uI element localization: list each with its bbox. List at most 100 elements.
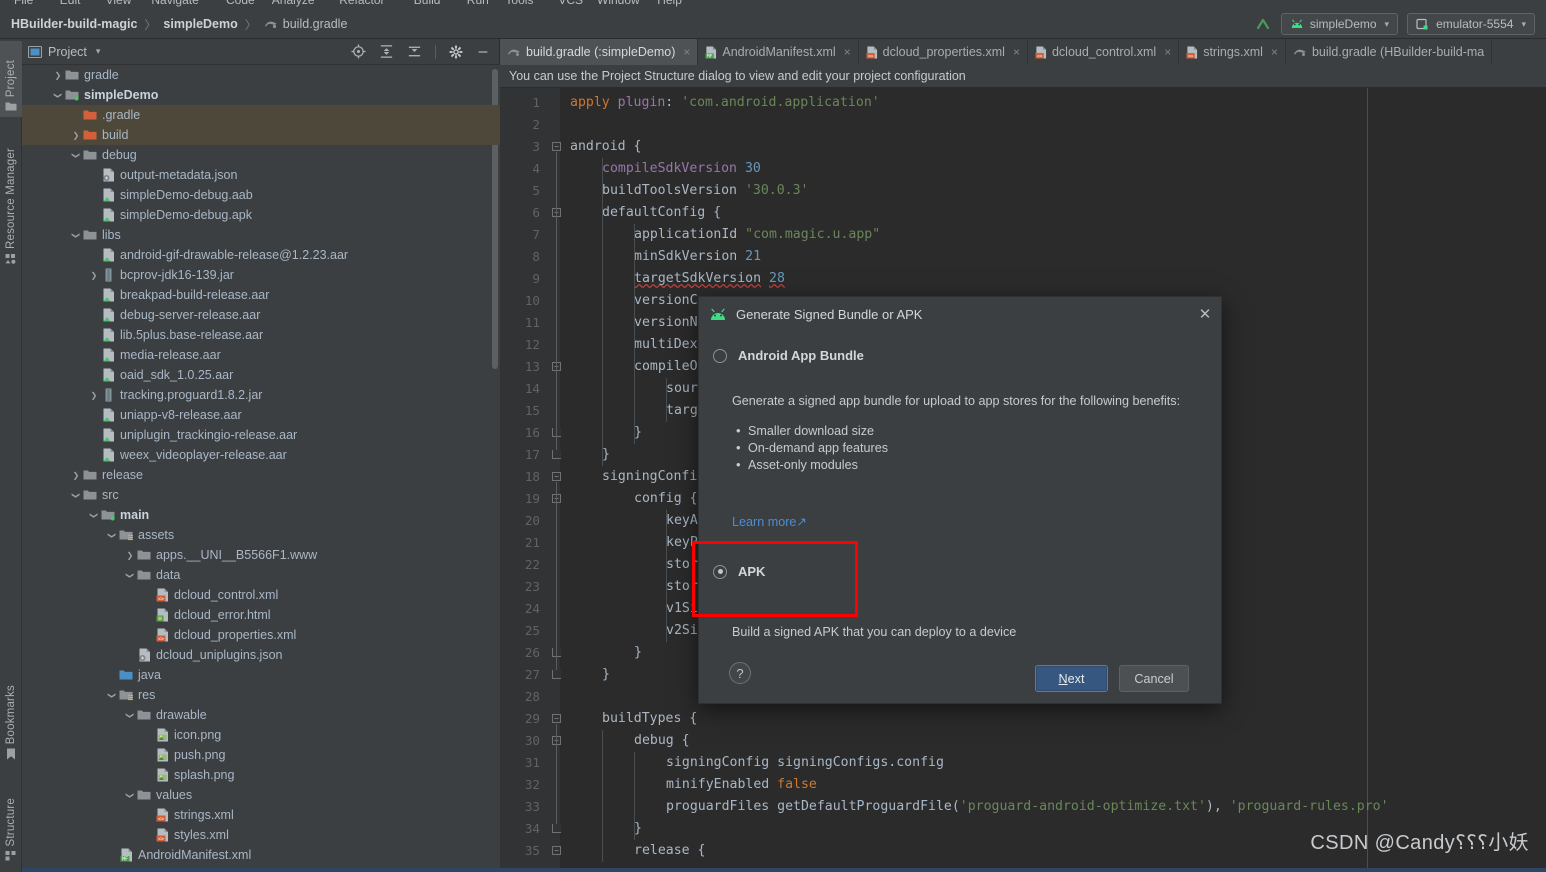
- code-fold-toggle[interactable]: −: [552, 142, 561, 151]
- editor-tab-dcloud-control.xml[interactable]: <> dcloud_control.xml ×: [1028, 39, 1180, 65]
- code-line[interactable]: buildToolsVersion '30.0.3': [602, 180, 808, 202]
- chevron-down-icon[interactable]: ❯: [72, 229, 81, 241]
- menu-item-edit[interactable]: Edit: [60, 0, 81, 6]
- tree-item-icon.png[interactable]: icon.png: [22, 725, 500, 745]
- code-line[interactable]: targetSdkVersion 28: [634, 268, 785, 290]
- menu-item-refactor[interactable]: Refactor: [339, 0, 384, 6]
- chevron-down-icon[interactable]: ❯: [126, 709, 135, 721]
- code-fold-toggle[interactable]: −: [552, 472, 561, 481]
- tree-item-dcloud-uniplugins.json[interactable]: dcloud_uniplugins.json: [22, 645, 500, 665]
- code-line[interactable]: apply plugin: 'com.android.application': [570, 92, 880, 114]
- tree-item-dcloud-control.xml[interactable]: <> dcloud_control.xml: [22, 585, 500, 605]
- radio-bundle-icon[interactable]: [713, 348, 727, 363]
- tree-item-splash.png[interactable]: splash.png: [22, 765, 500, 785]
- tree-item-lib.5plus.base-release.aar[interactable]: lib.5plus.base-release.aar: [22, 325, 500, 345]
- menu-item-code[interactable]: Code: [226, 0, 255, 6]
- settings-gear-icon[interactable]: [449, 44, 463, 59]
- chevron-right-icon[interactable]: ❯: [70, 131, 82, 140]
- tree-item-values[interactable]: ❯ values: [22, 785, 500, 805]
- tree-item-bcprov-jdk16-139.jar[interactable]: ❯ bcprov-jdk16-139.jar: [22, 265, 500, 285]
- tool-window-button-project[interactable]: Project: [0, 41, 22, 118]
- tree-item-android-gif-drawable-release-1.2.23.aar[interactable]: android-gif-drawable-release@1.2.23.aar: [22, 245, 500, 265]
- tree-item-.gradle[interactable]: .gradle: [22, 105, 500, 125]
- code-line[interactable]: minSdkVersion 21: [634, 246, 761, 268]
- tree-item-res[interactable]: ❯ res: [22, 685, 500, 705]
- option-android-app-bundle[interactable]: Android App Bundle: [713, 348, 864, 363]
- chevron-down-icon[interactable]: ❯: [90, 509, 99, 521]
- tree-item-libs[interactable]: ❯ libs: [22, 225, 500, 245]
- code-fold-toggle[interactable]: −: [552, 846, 561, 855]
- editor-tab-build.gradle-simpledemo-[interactable]: build.gradle (:simpleDemo) ×: [500, 39, 699, 65]
- code-line[interactable]: config {: [634, 488, 698, 510]
- close-icon[interactable]: ×: [1271, 45, 1278, 59]
- breadcrumb-item-build-gradle[interactable]: build.gradle: [264, 17, 347, 31]
- close-icon[interactable]: ×: [1013, 45, 1020, 59]
- chevron-right-icon[interactable]: ❯: [124, 551, 136, 560]
- breadcrumb-item-simpledemo[interactable]: simpleDemo: [163, 17, 237, 31]
- tree-item-uniplugin-trackingio-release.aar[interactable]: uniplugin_trackingio-release.aar: [22, 425, 500, 445]
- code-line[interactable]: }: [634, 422, 642, 444]
- tree-item-output-metadata.json[interactable]: output-metadata.json: [22, 165, 500, 185]
- tree-item-simpledemo[interactable]: ❯ simpleDemo: [22, 85, 500, 105]
- tree-item-simpledemo-debug.apk[interactable]: simpleDemo-debug.apk: [22, 205, 500, 225]
- chevron-right-icon[interactable]: ❯: [88, 271, 100, 280]
- tree-item-dcloud-error.html[interactable]: Hdcloud_error.html: [22, 605, 500, 625]
- tree-item-push.png[interactable]: push.png: [22, 745, 500, 765]
- code-line[interactable]: android {: [570, 136, 641, 158]
- project-file-tree[interactable]: ❯ gradle ❯ simpleDemo .gradle ❯ build ❯ debug out…: [22, 65, 500, 872]
- menu-item-analyze[interactable]: Analyze: [272, 0, 315, 6]
- chevron-down-icon[interactable]: ❯: [126, 569, 135, 581]
- menu-item-view[interactable]: View: [106, 0, 132, 6]
- breadcrumb-item-hbuilder-build-magic[interactable]: HBuilder-build-magic: [11, 17, 137, 31]
- code-line[interactable]: proguardFiles getDefaultProguardFile('pr…: [666, 796, 1389, 818]
- code-line[interactable]: versionCo: [634, 290, 705, 312]
- code-fold-toggle[interactable]: −: [552, 714, 561, 723]
- make-project-icon[interactable]: [1254, 15, 1272, 33]
- chevron-down-icon[interactable]: ❯: [126, 789, 135, 801]
- help-button[interactable]: ?: [729, 662, 751, 684]
- menu-item-help[interactable]: Help: [657, 0, 682, 6]
- chevron-down-icon[interactable]: ❯: [108, 689, 117, 701]
- tree-item-uniapp-v8-release.aar[interactable]: uniapp-v8-release.aar: [22, 405, 500, 425]
- tree-item-dcloud-properties.xml[interactable]: <> dcloud_properties.xml: [22, 625, 500, 645]
- code-line[interactable]: debug {: [634, 730, 690, 752]
- expand-all-icon[interactable]: [379, 44, 394, 59]
- code-line[interactable]: signingConfig signingConfigs.config: [666, 752, 944, 774]
- tree-item-media-release.aar[interactable]: media-release.aar: [22, 345, 500, 365]
- editor-tab-androidmanifest.xml[interactable]: MF AndroidManifest.xml ×: [698, 39, 859, 65]
- tree-item-apps.-uni-b5566f1.www[interactable]: ❯ apps.__UNI__B5566F1.www: [22, 545, 500, 565]
- chevron-down-icon[interactable]: ▾: [96, 46, 101, 57]
- tree-item-strings.xml[interactable]: <> strings.xml: [22, 805, 500, 825]
- locate-icon[interactable]: [351, 44, 366, 59]
- chevron-down-icon[interactable]: ❯: [72, 489, 81, 501]
- tree-item-assets[interactable]: ❯ assets: [22, 525, 500, 545]
- editor-tab-strings.xml[interactable]: <> strings.xml ×: [1179, 39, 1286, 65]
- close-icon[interactable]: ✕: [1197, 307, 1213, 322]
- menu-item-vcs[interactable]: VCS: [558, 0, 583, 6]
- hide-panel-icon[interactable]: [476, 45, 490, 59]
- chevron-right-icon[interactable]: ❯: [70, 471, 82, 480]
- tree-item-tracking.proguard1.8.2.jar[interactable]: ❯ tracking.proguard1.8.2.jar: [22, 385, 500, 405]
- code-line[interactable]: multiDexE: [634, 334, 705, 356]
- code-line[interactable]: buildTypes {: [602, 708, 697, 730]
- code-line[interactable]: signingConfig: [602, 466, 705, 488]
- tree-item-release[interactable]: ❯ release: [22, 465, 500, 485]
- code-line[interactable]: versionNa: [634, 312, 705, 334]
- tool-window-button-resource-manager[interactable]: Resource Manager: [0, 127, 22, 268]
- chevron-down-icon[interactable]: ❯: [108, 529, 117, 541]
- radio-apk-icon[interactable]: [713, 564, 727, 579]
- tree-item-data[interactable]: ❯ data: [22, 565, 500, 585]
- chevron-right-icon[interactable]: ❯: [88, 391, 100, 400]
- tree-item-debug-server-release.aar[interactable]: debug-server-release.aar: [22, 305, 500, 325]
- code-line[interactable]: defaultConfig {: [602, 202, 721, 224]
- tree-item-debug[interactable]: ❯ debug: [22, 145, 500, 165]
- editor-scrollbar[interactable]: [1533, 88, 1546, 872]
- menu-item-run[interactable]: Run: [467, 0, 489, 6]
- menu-item-file[interactable]: File: [14, 0, 33, 6]
- close-icon[interactable]: ×: [1164, 45, 1171, 59]
- tree-item-gradle[interactable]: ❯ gradle: [22, 65, 500, 85]
- code-fold-end[interactable]: [552, 450, 561, 459]
- option-apk[interactable]: APK: [713, 564, 765, 579]
- code-line[interactable]: }: [602, 664, 610, 686]
- tree-item-breakpad-build-release.aar[interactable]: breakpad-build-release.aar: [22, 285, 500, 305]
